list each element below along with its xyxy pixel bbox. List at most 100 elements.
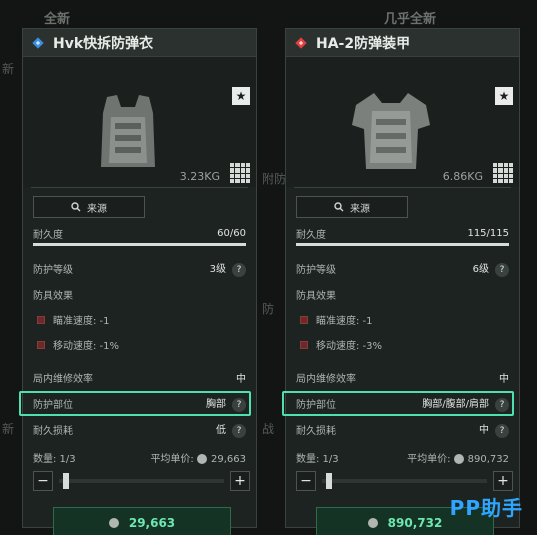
- decrease-button[interactable]: −: [33, 471, 53, 491]
- quantity-row: 数量: 1/3 平均单价: 29,663: [23, 450, 256, 465]
- bg-fragment: 防: [262, 302, 275, 316]
- quantity-stepper: − +: [33, 471, 250, 491]
- divider: [31, 187, 248, 188]
- quantity-slider[interactable]: [322, 473, 487, 489]
- buy-price: 890,732: [387, 516, 443, 530]
- quantity-row: 数量: 1/3 平均单价: 890,732: [286, 450, 519, 465]
- repair-label: 局内维修效率: [296, 374, 356, 385]
- armor-effects-header: 防具效果: [23, 287, 256, 302]
- source-button[interactable]: 来源: [296, 196, 408, 218]
- protection-value: 6级: [472, 264, 489, 275]
- increase-button[interactable]: +: [493, 471, 513, 491]
- decrease-button[interactable]: −: [296, 471, 316, 491]
- buy-button[interactable]: 29,663: [53, 507, 231, 535]
- coin-icon: [108, 518, 119, 528]
- durability-row: 耐久度 115/115: [286, 226, 519, 241]
- bg-header-left: 全新: [44, 12, 71, 27]
- item-rarity-icon: [295, 36, 307, 49]
- item-detail-panel-right: HA-2防弹装甲 ★ 6.86KG 来源 耐久度 115/115 防护等级 6级…: [282, 28, 520, 535]
- repair-value: 中: [499, 374, 509, 385]
- source-button[interactable]: 来源: [33, 196, 145, 218]
- durability-bar: [33, 243, 246, 246]
- effect-label: 瞄准速度: -1: [316, 316, 373, 327]
- coin-icon: [197, 454, 207, 464]
- bg-fragment: 新: [2, 62, 15, 76]
- protection-label: 防护等级: [296, 265, 336, 276]
- armor-effects-label: 防具效果: [33, 291, 73, 302]
- repair-label: 局内维修效率: [33, 374, 93, 385]
- unit-price-label: 平均单价:: [407, 454, 451, 465]
- protection-area-highlight: [19, 391, 251, 416]
- favorite-star-icon[interactable]: ★: [495, 87, 513, 105]
- inventory-grid-icon: [230, 163, 250, 183]
- repair-row: 局内维修效率 中: [23, 370, 256, 385]
- effect-row: 移动速度: -1%: [23, 337, 256, 352]
- effect-icon: [300, 315, 308, 324]
- item-preview: ★ 6.86KG: [286, 57, 519, 187]
- unit-price-label: 平均单价:: [150, 454, 194, 465]
- loss-value: 中: [479, 425, 489, 436]
- repair-value: 中: [236, 374, 246, 385]
- vest-image: [101, 95, 155, 167]
- protection-row: 防护等级 6级?: [286, 260, 519, 277]
- unit-price: 890,732: [467, 454, 509, 465]
- watermark-logo: PP助手: [449, 496, 523, 520]
- effect-icon: [37, 315, 45, 324]
- inventory-grid-icon: [493, 163, 513, 183]
- quantity-label: 数量: 1/3: [33, 454, 76, 465]
- unit-price: 29,663: [211, 454, 246, 465]
- armor-effects-header: 防具效果: [286, 287, 519, 302]
- armor-image: [352, 93, 430, 169]
- item-rarity-icon: [32, 36, 44, 49]
- buy-price: 29,663: [128, 516, 176, 530]
- effect-row: 移动速度: -3%: [286, 337, 519, 352]
- source-label: 来源: [350, 203, 370, 215]
- effect-row: 瞄准速度: -1: [23, 312, 256, 327]
- armor-effects-label: 防具效果: [296, 291, 336, 302]
- durability-label: 耐久度: [33, 230, 63, 241]
- slider-handle[interactable]: [63, 473, 69, 489]
- coin-icon: [453, 454, 464, 464]
- protection-area-wrap: 防护部位 胸部?: [19, 391, 256, 419]
- protection-area-highlight: [282, 391, 514, 416]
- help-icon[interactable]: ?: [232, 263, 246, 277]
- item-preview: ★ 3.23KG: [23, 57, 256, 187]
- search-icon: [71, 202, 81, 212]
- protection-row: 防护等级 3级?: [23, 260, 256, 277]
- increase-button[interactable]: +: [230, 471, 250, 491]
- loss-label: 耐久损耗: [296, 426, 336, 437]
- protection-value: 3级: [209, 264, 226, 275]
- item-title: HA-2防弹装甲: [316, 35, 411, 52]
- effect-label: 瞄准速度: -1: [53, 316, 110, 327]
- quantity-label: 数量: 1/3: [296, 454, 339, 465]
- source-label: 来源: [87, 203, 107, 215]
- help-icon[interactable]: ?: [495, 263, 509, 277]
- durability-bar: [296, 243, 509, 246]
- durability-value: 60/60: [217, 228, 246, 239]
- effect-icon: [300, 340, 308, 349]
- item-title: Hvk快拆防弹衣: [53, 35, 154, 52]
- bg-fragment: 新: [2, 422, 15, 436]
- bg-fragment: 战: [262, 422, 275, 436]
- help-icon[interactable]: ?: [232, 424, 246, 438]
- durability-label: 耐久度: [296, 230, 326, 241]
- quantity-stepper: − +: [296, 471, 513, 491]
- panel-titlebar: HA-2防弹装甲: [286, 29, 519, 57]
- search-icon: [334, 202, 344, 212]
- repair-row: 局内维修效率 中: [286, 370, 519, 385]
- item-weight: 6.86KG: [442, 170, 483, 183]
- effect-icon: [37, 340, 45, 349]
- panel-titlebar: Hvk快拆防弹衣: [23, 29, 256, 57]
- favorite-star-icon[interactable]: ★: [232, 87, 250, 105]
- slider-handle[interactable]: [326, 473, 332, 489]
- item-weight: 3.23KG: [179, 170, 220, 183]
- effect-label: 移动速度: -1%: [53, 341, 120, 352]
- loss-label: 耐久损耗: [33, 426, 73, 437]
- effect-row: 瞄准速度: -1: [286, 312, 519, 327]
- quantity-slider[interactable]: [59, 473, 224, 489]
- durability-loss-row: 耐久损耗 低?: [23, 421, 256, 438]
- bg-header-right: 几乎全新: [384, 12, 437, 27]
- help-icon[interactable]: ?: [495, 424, 509, 438]
- loss-value: 低: [216, 425, 226, 436]
- coin-icon: [367, 518, 378, 528]
